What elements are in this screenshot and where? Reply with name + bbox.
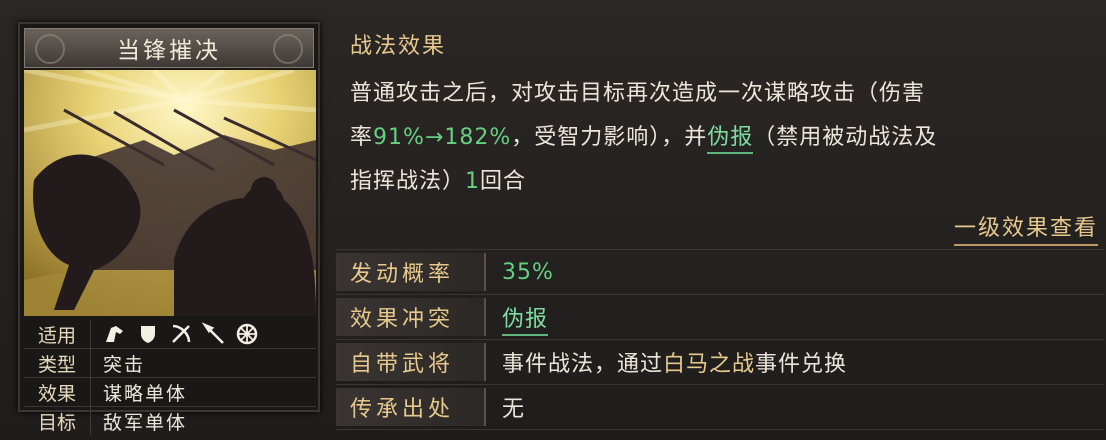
prop-key: 适用 [24, 320, 91, 348]
effect-line-2: 率91%→182%，受智力影响），并伪报（禁用被动战法及 [350, 116, 1098, 160]
chariot-icon [236, 323, 258, 345]
effect-text: 率 [350, 125, 374, 150]
skill-name: 当锋摧决 [117, 38, 221, 64]
prop-value: 谋略单体 [103, 382, 188, 405]
conflict-value-wrap: 伪报 [486, 301, 549, 336]
prop-key: 效果 [24, 378, 91, 406]
attr-label: 发动概率 [336, 253, 486, 291]
effect-text: ，受智力影响），并 [511, 125, 708, 150]
attributes-table: 发动概率 35% 效果冲突 伪报 自带武将 事件战法，通过白马之战事件兑换 传承… [336, 249, 1104, 430]
effect-title: 战法效果 [350, 34, 447, 59]
prop-row-type: 类型 突击 [24, 349, 316, 378]
effect-line-1: 普通攻击之后，对攻击目标再次造成一次谋略攻击（伤害 [350, 81, 926, 106]
view-level1-effect-link[interactable]: 一级效果查看 [953, 210, 1098, 246]
attr-row-trigger-rate: 发动概率 35% [336, 249, 1104, 294]
attr-row-conflict: 效果冲突 伪报 [336, 294, 1104, 339]
attr-label: 传承出处 [336, 388, 486, 426]
skill-properties: 适用 类型 突击 效果 谋略单体 目标 敌军单体 [24, 320, 316, 435]
prop-value: 突击 [103, 353, 146, 376]
skill-name-banner: 当锋摧决 [24, 28, 314, 68]
banner-ornament-left-icon [35, 34, 65, 64]
general-text: 事件兑换 [755, 352, 848, 377]
effect-description: 普通攻击之后，对攻击目标再次造成一次谋略攻击（伤害 率91%→182%，受智力影… [350, 72, 1098, 204]
cavalry-icon [106, 326, 123, 342]
event-name: 白马之战 [663, 352, 756, 377]
prop-key: 类型 [24, 349, 91, 377]
inherit-value: 无 [502, 397, 526, 422]
general-text: 事件战法，通过 [502, 352, 664, 377]
shield-icon [141, 326, 155, 343]
skill-card: 当锋摧决 适用 类型 突击 效果 谋略单体 目标 敌军单体 [18, 22, 320, 435]
effect-text: 回合 [480, 169, 527, 194]
attr-row-general: 自带武将 事件战法，通过白马之战事件兑换 [336, 339, 1104, 384]
effect-text: （禁用被动战法及 [753, 125, 938, 150]
conflict-link-false-report[interactable]: 伪报 [502, 307, 549, 336]
prop-key: 目标 [24, 407, 91, 435]
unit-type-icons [91, 322, 259, 346]
attr-row-inherit: 传承出处 无 [336, 384, 1104, 430]
general-value: 事件战法，通过白马之战事件兑换 [486, 346, 847, 378]
prop-row-target: 目标 敌军单体 [24, 407, 316, 435]
prop-row-applicable: 适用 [24, 320, 316, 349]
banner-ornament-right-icon [273, 34, 303, 64]
duration-turns: 1 [465, 169, 481, 194]
status-link-false-report[interactable]: 伪报 [707, 125, 754, 154]
prop-value: 敌军单体 [103, 411, 188, 434]
trigger-rate-value: 35% [502, 259, 554, 285]
effect-line-3: 指挥战法）1回合 [350, 160, 1098, 204]
skill-artwork [24, 70, 316, 316]
damage-rate: 91%→182% [373, 125, 512, 150]
effect-text: 指挥战法） [350, 169, 466, 194]
bow-icon [172, 324, 191, 343]
attr-label: 效果冲突 [336, 298, 486, 336]
attr-label: 自带武将 [336, 343, 486, 381]
spear-icon [202, 322, 224, 344]
prop-row-effect: 效果 谋略单体 [24, 378, 316, 407]
